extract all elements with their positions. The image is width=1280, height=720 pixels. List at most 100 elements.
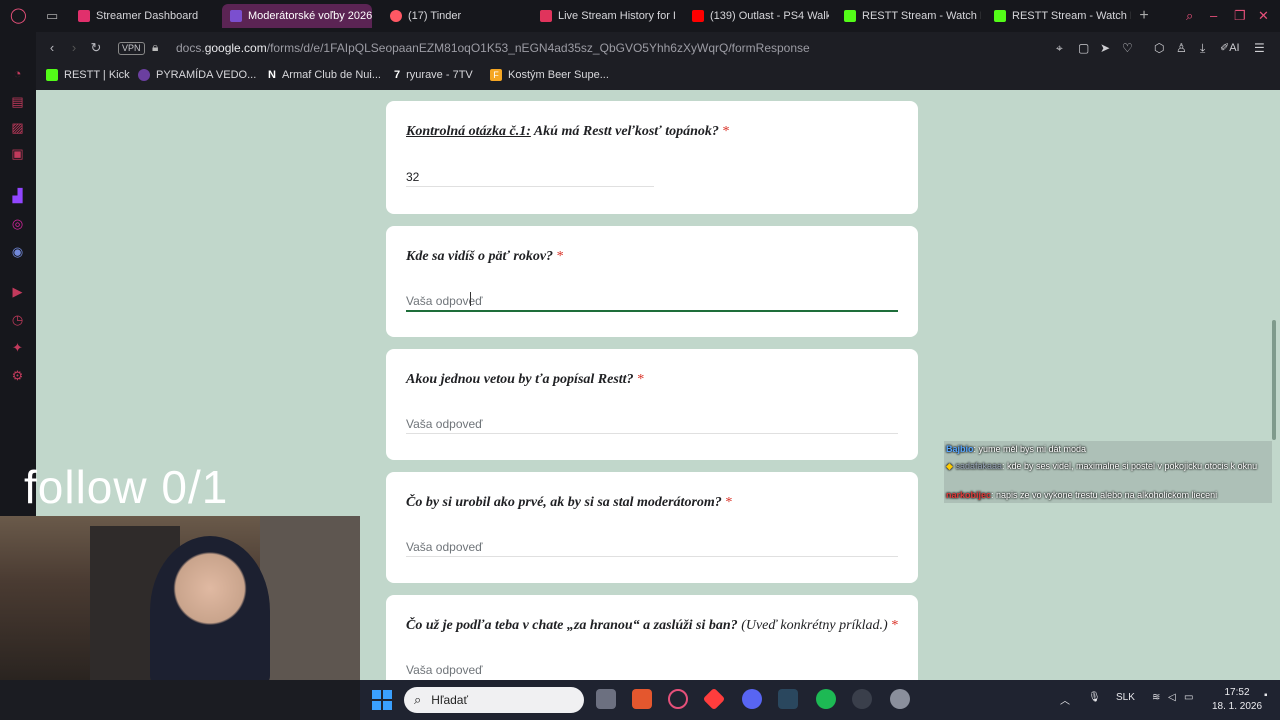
windows-start-icon[interactable] <box>372 690 392 710</box>
question-text: Čo by si urobil ako prvé, ak by si sa st… <box>406 495 722 510</box>
minimize-icon[interactable]: – <box>1210 8 1217 23</box>
instagram-icon[interactable]: ◎ <box>10 216 25 231</box>
opera-logo-icon[interactable]: ◯ <box>10 6 27 24</box>
close-icon[interactable]: ✕ <box>1258 8 1269 24</box>
heart-icon[interactable]: ♡ <box>1122 41 1133 55</box>
answer-underline-focused <box>406 310 898 312</box>
clock-time: 17:52 <box>1224 687 1250 698</box>
notification-icon[interactable]: ▪ <box>1264 690 1268 701</box>
question-prefix: Kontrolná otázka č.1: <box>406 124 531 139</box>
instagram-icon <box>78 10 90 22</box>
tab-label: (17) Tinder <box>408 10 462 22</box>
wifi-icon[interactable]: ≋ <box>1152 692 1160 703</box>
file-explorer-icon[interactable] <box>596 689 616 709</box>
twitch-icon[interactable]: ▟ <box>10 188 25 203</box>
answer-input[interactable]: Vaša odpoveď <box>406 294 483 308</box>
url-prefix: docs. <box>176 41 205 55</box>
kick-icon <box>844 10 856 22</box>
messenger-icon[interactable]: ▣ <box>10 146 25 161</box>
microphone-icon[interactable]: 🎙︎ <box>1088 692 1101 703</box>
tab-outlast[interactable]: (139) Outlast - PS4 Walk <box>684 4 829 28</box>
player-icon[interactable]: ▶ <box>10 284 25 299</box>
answer-input[interactable]: Vaša odpoveď <box>406 417 483 431</box>
forward-icon[interactable]: › <box>66 40 82 55</box>
taskbar-search[interactable]: ⌕ Hľadať <box>404 687 584 713</box>
f-icon: F <box>490 69 502 81</box>
tab-moderatorske-volby[interactable]: Moderátorské voľby 2026 <box>222 4 372 28</box>
opera-icon[interactable] <box>668 689 688 709</box>
chatgpt-icon[interactable] <box>852 689 872 709</box>
language-indicator[interactable]: SLK <box>1116 692 1135 703</box>
new-tab-button[interactable]: + <box>1136 8 1152 24</box>
chevron-up-icon[interactable]: ︿ <box>1060 692 1070 707</box>
url-field[interactable]: docs.google.com/forms/d/e/1FAIpQLSeopaan… <box>176 41 810 55</box>
kick-icon <box>46 69 58 81</box>
settings-icon[interactable]: ⚙ <box>10 368 25 383</box>
required-mark: * <box>636 372 644 387</box>
tab-label: Streamer Dashboard <box>96 10 199 22</box>
tab-live-stream-history[interactable]: Live Stream History for I <box>532 4 682 28</box>
tab-restt-stream-1[interactable]: RESTT Stream - Watch L <box>836 4 981 28</box>
instagram-icon <box>540 10 552 22</box>
chat-text: : yume měl bys mi dát moda <box>973 444 1087 454</box>
crop-icon[interactable]: ▢ <box>1078 41 1089 55</box>
notion-icon: N <box>268 69 276 81</box>
question-card-5: Čo už je podľa teba v chate „za hranou“ … <box>386 595 918 680</box>
workspaces-icon[interactable]: ▭ <box>46 8 58 24</box>
bookmark-ryurave[interactable]: 7 ryurave - 7TV <box>394 69 473 81</box>
send-icon[interactable]: ➤ <box>1100 41 1110 55</box>
volume-icon[interactable]: ◁ <box>1168 692 1176 703</box>
clock[interactable]: 17:52 18. 1. 2026 <box>1212 686 1262 714</box>
flow-icon[interactable]: ◔ <box>10 66 25 81</box>
wallet-icon[interactable]: ▤ <box>10 94 25 109</box>
webcam-background <box>260 516 360 680</box>
tab-bar: ◯ ▭ Streamer Dashboard Moderátorské voľb… <box>0 0 1280 32</box>
battery-icon[interactable]: ▭ <box>1184 692 1193 703</box>
bookmarks-bar: RESTT | Kick PYRAMÍDA VEDO... N Armaf Cl… <box>36 64 1280 90</box>
answer-input[interactable]: Vaša odpoveď <box>406 540 483 554</box>
chat-message: narkobijec: napis ze vo vykone trestu al… <box>946 490 1217 500</box>
pinboard-icon[interactable]: ▨ <box>10 120 25 135</box>
search-tabs-icon[interactable]: ⌕ <box>1186 8 1193 24</box>
question-note: (Uveď konkrétny príklad.) <box>737 618 888 633</box>
tab-streamer-dashboard[interactable]: Streamer Dashboard <box>70 4 220 28</box>
discord-icon[interactable]: ◉ <box>10 244 25 259</box>
snapshot-icon[interactable]: ⌖ <box>1056 41 1063 56</box>
back-icon[interactable]: ‹ <box>44 40 60 55</box>
tab-label: Moderátorské voľby 2026 <box>248 10 372 22</box>
app-icon[interactable] <box>632 689 652 709</box>
tab-restt-stream-2[interactable]: RESTT Stream - Watch L <box>986 4 1131 28</box>
reload-icon[interactable]: ↻ <box>88 40 104 56</box>
bookmark-pyramida[interactable]: PYRAMÍDA VEDO... <box>138 69 256 81</box>
bookmark-armaf[interactable]: N Armaf Club de Nui... <box>268 69 381 81</box>
youtube-icon <box>692 10 704 22</box>
extensions-icon[interactable]: ✦ <box>10 340 25 355</box>
answer-input[interactable]: 32 <box>406 170 419 184</box>
follow-goal-overlay: follow 0/1 <box>24 461 229 513</box>
chat-text: : kde by ses videl, maximalne si postel … <box>1001 461 1258 471</box>
scrollbar-thumb[interactable] <box>1272 320 1276 440</box>
menu-icon[interactable]: ☰ <box>1254 41 1265 55</box>
kick-icon <box>994 10 1006 22</box>
aria-ai-button[interactable]: ✐AI <box>1220 41 1240 54</box>
history-icon[interactable]: ◷ <box>10 312 25 327</box>
question-title: Čo už je podľa teba v chate „za hranou“ … <box>406 618 898 634</box>
chat-user: sadafakaaa <box>955 461 1002 471</box>
discord-icon[interactable] <box>742 689 762 709</box>
app-icon[interactable] <box>702 687 726 711</box>
restore-icon[interactable]: ❐ <box>1234 8 1246 24</box>
tab-tinder[interactable]: (17) Tinder <box>382 4 522 28</box>
answer-input[interactable]: Vaša odpoveď <box>406 663 483 677</box>
bookmark-kostym[interactable]: F Kostým Beer Supe... <box>490 69 609 81</box>
page-scrollbar[interactable] <box>1268 90 1280 680</box>
chat-user: narkobijec <box>946 490 992 500</box>
bookmark-restt-kick[interactable]: RESTT | Kick <box>46 69 130 81</box>
settings-icon[interactable] <box>890 689 910 709</box>
lock-icon[interactable]: 🔒︎ <box>152 40 158 55</box>
download-icon[interactable]: ⤓ <box>1200 41 1205 56</box>
vpn-badge[interactable]: VPN <box>118 42 145 55</box>
steam-icon[interactable] <box>778 689 798 709</box>
spotify-icon[interactable] <box>816 689 836 709</box>
profile-icon[interactable]: ♙ <box>1176 41 1187 55</box>
cube-icon[interactable]: ⬡ <box>1154 41 1164 55</box>
